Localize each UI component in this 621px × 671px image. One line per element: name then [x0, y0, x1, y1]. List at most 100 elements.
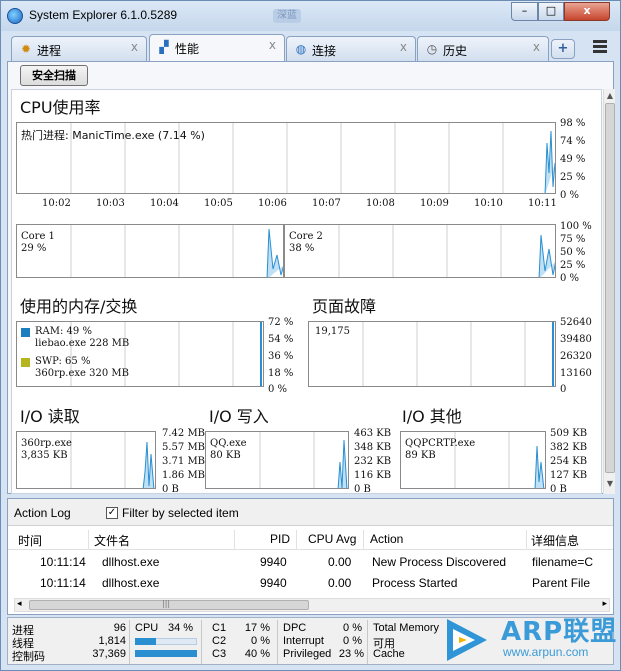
graphs-scrollbar[interactable]: ▲ ▼	[603, 89, 615, 494]
tab-processes[interactable]: ✹ 进程 x	[11, 36, 147, 61]
total-memory-label: Total Memory	[373, 622, 440, 634]
tab-close-icon[interactable]: x	[400, 40, 407, 54]
app-window: System Explorer 6.1.0.5289 深蓝 – □ x ✹ 进程…	[0, 0, 621, 671]
pagefaults-scale-13160: 13160	[560, 368, 592, 379]
column-action[interactable]: Action	[370, 532, 403, 546]
column-pid[interactable]: PID	[270, 532, 290, 546]
minimize-button[interactable]: –	[511, 2, 538, 21]
core2-graph: Core 2 38 %	[284, 224, 556, 278]
status-memory: Total Memory 可用 Cache	[370, 620, 450, 664]
core2-name: Core 2	[289, 231, 323, 242]
watermark: ARP联盟 www.arpun.com	[441, 611, 619, 669]
scroll-up-icon[interactable]: ▲	[605, 91, 615, 103]
row-action: Process Started	[372, 576, 458, 590]
row-action: New Process Discovered	[372, 555, 507, 569]
core2-value: 38 %	[289, 243, 315, 254]
scroll-left-icon[interactable]: ◂	[17, 599, 22, 609]
tab-label: 连接	[312, 44, 337, 58]
scrollbar-grip: |||	[162, 599, 171, 608]
time-label: 10:04	[150, 198, 179, 209]
interrupt-label: Interrupt	[283, 635, 324, 647]
memory-scale-36: 36 %	[268, 351, 294, 362]
memory-scale-72: 72 %	[268, 317, 294, 328]
safe-scan-button[interactable]: 安全扫描	[20, 65, 88, 86]
horizontal-scrollbar[interactable]: ◂ ||| ▸	[14, 598, 610, 612]
dpc-value: 0 %	[343, 622, 362, 634]
io-read-scale-557: 5.57 MB	[162, 442, 206, 453]
memory-title: 使用的内存/交换	[20, 297, 138, 316]
c1-label: C1	[212, 622, 227, 634]
clock-icon: ◷	[426, 42, 438, 56]
tab-close-icon[interactable]: x	[131, 40, 138, 54]
tab-connections[interactable]: ◍ 连接 x	[286, 36, 416, 61]
cache-label: Cache	[373, 648, 405, 660]
cpu-label: CPU	[135, 622, 159, 634]
chart-icon: ▞	[159, 40, 169, 54]
io-other-scale-254: 254 KB	[550, 456, 588, 467]
window-title: System Explorer 6.1.0.5289	[29, 8, 178, 22]
core1-value: 29 %	[21, 243, 47, 254]
performance-panel: 安全扫描 CPU使用率 热门进程: ManicTime.exe (7.14 %)…	[7, 61, 615, 494]
pagefaults-title: 页面故障	[312, 297, 377, 316]
swp-label: SWP: 65 %	[35, 356, 91, 367]
io-write-scale-232: 232 KB	[354, 456, 392, 467]
scroll-down-icon[interactable]: ▼	[605, 479, 615, 491]
io-write-scale-463: 463 KB	[354, 428, 392, 439]
scrollbar-thumb[interactable]	[605, 103, 615, 473]
column-time[interactable]: 时间	[18, 532, 42, 549]
pagefaults-scale-0: 0	[560, 384, 567, 395]
close-button[interactable]: x	[564, 2, 610, 21]
privileged-value: 23 %	[338, 648, 364, 660]
tab-label: 进程	[37, 44, 62, 58]
time-label: 10:05	[204, 198, 233, 209]
pagefaults-value: 19,175	[315, 326, 350, 337]
tab-performance[interactable]: ▞ 性能 x	[149, 34, 285, 61]
io-write-process: QQ.exe	[210, 438, 247, 449]
column-cpu-avg[interactable]: CPU Avg	[308, 532, 356, 546]
time-label: 10:07	[312, 198, 341, 209]
c1-value: 17 %	[244, 622, 270, 634]
cpu-scale-74: 74 %	[560, 136, 586, 147]
c2-value: 0 %	[251, 635, 270, 647]
ram-process: liebao.exe 228 MB	[35, 338, 130, 349]
table-row[interactable]: 10:11:14 dllhost.exe 9940 0.00 New Proce…	[8, 553, 613, 574]
row-detail: Parent File	[532, 576, 591, 590]
io-other-graph: QQPCRTP.exe 89 KB	[400, 431, 546, 489]
menu-icon[interactable]	[593, 40, 607, 54]
core-scale-0: 0 %	[560, 273, 580, 284]
table-row[interactable]: 10:11:14 dllhost.exe 9940 0.00 Process S…	[8, 574, 613, 595]
row-cpu: 0.00	[328, 555, 352, 569]
add-tab-button[interactable]: +	[551, 39, 575, 59]
tab-close-icon[interactable]: x	[533, 40, 540, 54]
status-counts: 进程 96 线程 1,814 控制码 37,369	[8, 620, 130, 664]
io-write-graph: QQ.exe 80 KB	[205, 431, 349, 489]
handles-value: 37,369	[92, 648, 126, 660]
filter-label[interactable]: Filter by selected item	[122, 506, 239, 520]
time-label: 10:10	[474, 198, 503, 209]
time-label: 10:08	[366, 198, 395, 209]
dpc-label: DPC	[283, 622, 307, 634]
io-write-scale-0: 0 B	[354, 484, 371, 494]
tab-close-icon[interactable]: x	[269, 38, 276, 52]
filter-checkbox[interactable]: ✓	[106, 507, 118, 519]
memory-scale-54: 54 %	[268, 334, 294, 345]
io-write-title: I/O 写入	[209, 407, 269, 426]
row-time: 10:11:14	[40, 576, 86, 590]
memory-scale-18: 18 %	[268, 368, 294, 379]
column-filename[interactable]: 文件名	[94, 532, 130, 549]
ram-swatch	[21, 328, 30, 337]
maximize-button[interactable]: □	[538, 2, 564, 21]
title-bar[interactable]: System Explorer 6.1.0.5289 深蓝 – □ x	[1, 1, 620, 31]
play-logo-icon	[447, 619, 487, 661]
scroll-right-icon[interactable]: ▸	[602, 599, 607, 609]
time-label: 10:09	[420, 198, 449, 209]
column-details[interactable]: 详细信息	[531, 532, 579, 549]
scrollbar-thumb[interactable]: |||	[29, 599, 309, 610]
row-detail: filename=C	[532, 555, 594, 569]
io-read-scale-0: 0 B	[162, 484, 179, 494]
tab-history[interactable]: ◷ 历史 x	[417, 36, 549, 61]
row-time: 10:11:14	[40, 555, 86, 569]
status-kernel: DPC 0 % Interrupt 0 % Privileged 23 %	[280, 620, 368, 664]
window-title-extra: 深蓝	[273, 9, 301, 23]
core1-graph: Core 1 29 %	[16, 224, 284, 278]
